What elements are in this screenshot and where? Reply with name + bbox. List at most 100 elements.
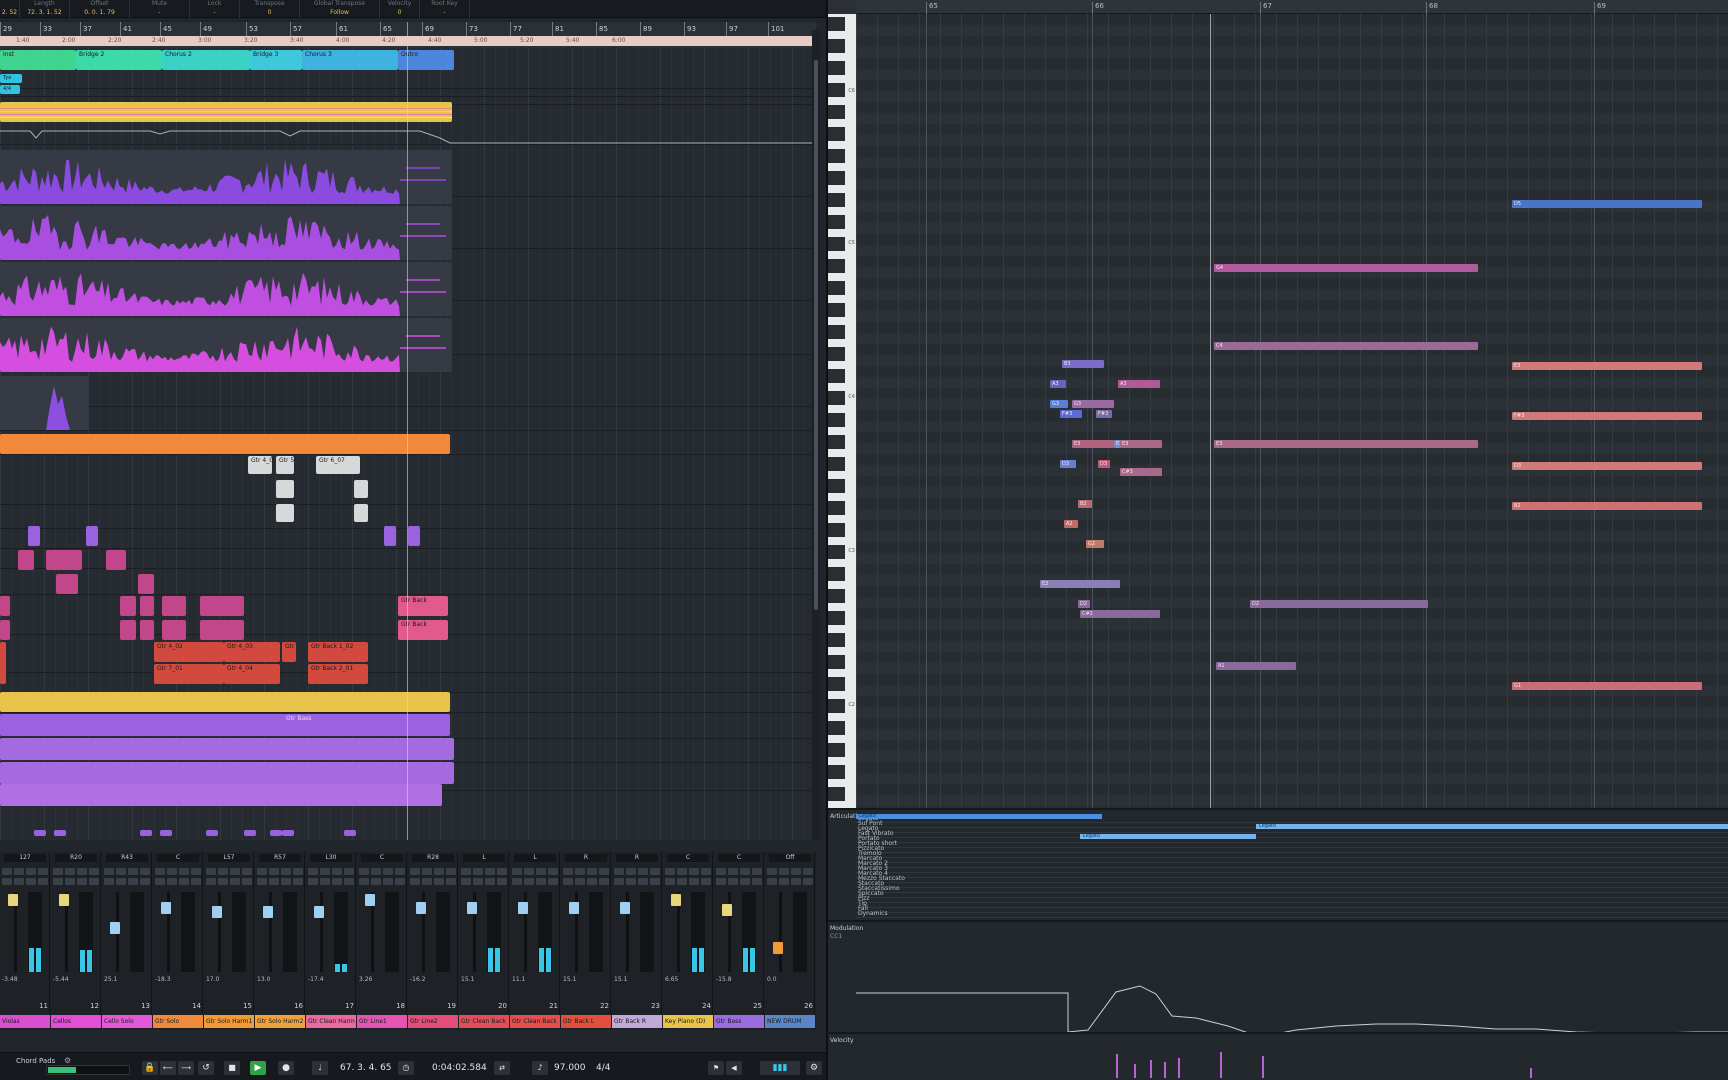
channel-name[interactable]: Violas bbox=[0, 1015, 50, 1028]
black-key[interactable] bbox=[828, 773, 845, 779]
key-editor-ruler[interactable]: 65 66 67 68 69 bbox=[856, 0, 1728, 14]
channel-button[interactable] bbox=[344, 878, 354, 885]
punch-out-button[interactable]: ⟶ bbox=[178, 1061, 194, 1075]
channel-button[interactable] bbox=[473, 868, 483, 875]
metronome-icon[interactable]: ♩ bbox=[312, 1061, 328, 1075]
guitar-event[interactable]: Gtr 6_07 bbox=[316, 456, 360, 474]
punch-in-button[interactable]: ⟵ bbox=[160, 1061, 176, 1075]
channel-button[interactable] bbox=[65, 868, 75, 875]
settings-icon[interactable]: ⚙ bbox=[806, 1061, 822, 1075]
channel-name[interactable]: Gtr Line1 bbox=[357, 1015, 407, 1028]
channel-button[interactable] bbox=[332, 878, 342, 885]
channel-button[interactable] bbox=[332, 868, 342, 875]
red-event[interactable]: Gtr bbox=[282, 642, 296, 662]
black-key[interactable] bbox=[828, 421, 845, 427]
channel-button[interactable] bbox=[716, 878, 726, 885]
volume-value[interactable]: 6.65 bbox=[665, 976, 711, 983]
black-key[interactable] bbox=[828, 289, 845, 295]
midi-note[interactable]: A1 bbox=[1216, 662, 1296, 670]
channel-button[interactable] bbox=[293, 878, 303, 885]
channel-button[interactable] bbox=[728, 868, 738, 875]
pan-control[interactable]: C bbox=[718, 854, 760, 862]
channel-button[interactable] bbox=[26, 878, 36, 885]
tempo-track-icon[interactable]: ♪ bbox=[532, 1061, 548, 1075]
midi-note[interactable]: D3 bbox=[1060, 460, 1076, 468]
performance-meter[interactable]: ▮▮▮ bbox=[760, 1061, 800, 1075]
channel-button[interactable] bbox=[740, 878, 750, 885]
channel-button[interactable] bbox=[206, 878, 216, 885]
note-grid[interactable]: D5G4C4B3A3A3G3G3G3F#3F#3E3E3E3E3E3D3D3C#… bbox=[856, 14, 1728, 817]
black-key[interactable] bbox=[828, 135, 845, 141]
channel-name[interactable]: Gtr Clean Back bbox=[459, 1015, 509, 1028]
channel-button[interactable] bbox=[89, 868, 99, 875]
pink-event[interactable] bbox=[106, 550, 126, 570]
channel-button[interactable] bbox=[257, 878, 267, 885]
sync-button[interactable]: ⇄ bbox=[494, 1061, 510, 1075]
pink-event[interactable] bbox=[200, 620, 244, 640]
channel-button[interactable] bbox=[752, 868, 762, 875]
midi-event[interactable] bbox=[0, 762, 454, 784]
volume-value[interactable]: -5.44 bbox=[53, 976, 99, 983]
channel-button[interactable] bbox=[269, 878, 279, 885]
channel-button[interactable] bbox=[614, 868, 624, 875]
midi-note[interactable]: A2 bbox=[1064, 520, 1078, 528]
channel-button[interactable] bbox=[779, 868, 789, 875]
channel-button[interactable] bbox=[803, 878, 813, 885]
pink-event[interactable] bbox=[162, 596, 186, 616]
channel-button[interactable] bbox=[626, 878, 636, 885]
channel-name[interactable]: Key Piano (D) bbox=[663, 1015, 713, 1028]
guitar-event[interactable] bbox=[276, 480, 294, 498]
channel-button[interactable] bbox=[728, 878, 738, 885]
audio-event[interactable] bbox=[0, 318, 452, 372]
channel-button[interactable] bbox=[14, 878, 24, 885]
info-cell-value[interactable]: 0 bbox=[380, 9, 419, 16]
midi-note[interactable]: E3 bbox=[1120, 440, 1162, 448]
black-key[interactable] bbox=[828, 311, 845, 317]
channel-name[interactable]: Cello Solo bbox=[102, 1015, 152, 1028]
volume-value[interactable]: 15.1 bbox=[461, 976, 507, 983]
pan-control[interactable]: Off bbox=[769, 854, 811, 862]
volume-fader[interactable] bbox=[416, 902, 426, 914]
channel-button[interactable] bbox=[689, 878, 699, 885]
pan-control[interactable]: C bbox=[157, 854, 199, 862]
purple-event[interactable] bbox=[384, 526, 396, 546]
volume-value[interactable]: -3.48 bbox=[2, 976, 48, 983]
channel-button[interactable] bbox=[446, 868, 456, 875]
channel-button[interactable] bbox=[89, 878, 99, 885]
pink-back-event[interactable]: Gtr Back bbox=[398, 596, 448, 616]
volume-value[interactable]: 17.0 bbox=[206, 976, 252, 983]
pink-event[interactable] bbox=[18, 550, 34, 570]
channel-button[interactable] bbox=[512, 878, 522, 885]
channel-button[interactable] bbox=[434, 878, 444, 885]
channel-button[interactable] bbox=[65, 878, 75, 885]
channel-button[interactable] bbox=[587, 868, 597, 875]
black-key[interactable] bbox=[828, 795, 845, 801]
velocity-bar[interactable] bbox=[1262, 1056, 1264, 1078]
pink-event[interactable] bbox=[140, 620, 154, 640]
channel-button[interactable] bbox=[779, 878, 789, 885]
velocity-bar[interactable] bbox=[1164, 1062, 1166, 1078]
signature-tag[interactable]: 4/4 bbox=[0, 85, 20, 94]
articulation-event[interactable]: Legato bbox=[1256, 823, 1728, 829]
info-cell-value[interactable]: 72. 3. 1. 52 bbox=[20, 9, 69, 16]
modulation-lane[interactable]: Modulation CC1 bbox=[828, 920, 1728, 1034]
volume-fader[interactable] bbox=[212, 906, 222, 918]
channel-button[interactable] bbox=[281, 868, 291, 875]
black-key[interactable] bbox=[828, 47, 845, 53]
velocity-bar[interactable] bbox=[1220, 1052, 1222, 1078]
pan-control[interactable]: 127 bbox=[4, 854, 46, 862]
small-event[interactable] bbox=[160, 830, 172, 836]
channel-button[interactable] bbox=[116, 868, 126, 875]
black-key[interactable] bbox=[828, 223, 845, 229]
small-event[interactable] bbox=[54, 830, 66, 836]
channel-name[interactable]: Gtr Solo Harm2 bbox=[255, 1015, 305, 1028]
midi-note[interactable]: F#3 bbox=[1512, 412, 1702, 420]
black-key[interactable] bbox=[828, 201, 845, 207]
info-cell[interactable]: Length 72. 3. 1. 52 bbox=[20, 0, 70, 18]
channel-button[interactable] bbox=[308, 878, 318, 885]
channel-button[interactable] bbox=[53, 868, 63, 875]
channel-button[interactable] bbox=[371, 878, 381, 885]
audio-event[interactable] bbox=[0, 262, 452, 316]
volume-fader[interactable] bbox=[467, 902, 477, 914]
volume-fader[interactable] bbox=[671, 894, 681, 906]
